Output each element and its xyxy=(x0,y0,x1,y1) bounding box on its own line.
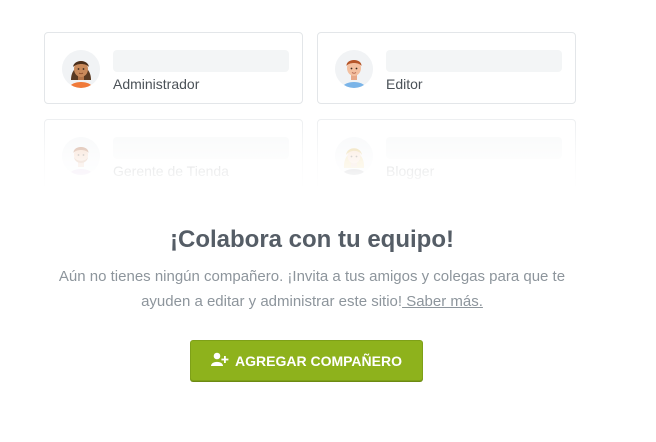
name-placeholder-bar xyxy=(386,50,562,72)
empty-state-description: Aún no tienes ningún compañero. ¡Invita … xyxy=(20,264,604,314)
team-card-editor: Editor xyxy=(317,32,576,104)
woman-avatar-icon xyxy=(62,50,100,88)
role-label: Administrador xyxy=(113,76,200,92)
team-card-blogger: Blogger xyxy=(317,119,576,191)
page-title: ¡Colabora con tu equipo! xyxy=(170,226,454,253)
role-label: Editor xyxy=(386,76,423,92)
bearded-man-avatar-icon xyxy=(62,137,100,175)
name-placeholder-bar xyxy=(113,50,289,72)
role-label: Gerente de Tienda xyxy=(113,163,229,179)
add-teammate-button[interactable]: AGREGAR COMPAÑERO xyxy=(190,340,423,381)
team-card-administrador: Administrador xyxy=(44,32,303,104)
role-label: Blogger xyxy=(386,163,435,179)
name-placeholder-bar xyxy=(113,137,289,159)
learn-more-link[interactable]: Saber más. xyxy=(402,293,483,310)
team-card-gerente-de-tienda: Gerente de Tienda xyxy=(44,119,303,191)
content-area xyxy=(0,186,656,442)
blonde-woman-avatar-icon xyxy=(335,137,373,175)
add-user-icon xyxy=(211,352,229,369)
description-line-1: Aún no tienes ningún compañero. ¡Invita … xyxy=(58,268,566,285)
add-teammate-label: AGREGAR COMPAÑERO xyxy=(235,352,402,369)
name-placeholder-bar xyxy=(386,137,562,159)
man-avatar-icon xyxy=(335,50,373,88)
description-line-2: ayuden a editar y administrar este sitio… xyxy=(141,293,403,310)
team-placeholder-cards: Administrador Editor Gerente de Tienda B… xyxy=(0,0,656,200)
